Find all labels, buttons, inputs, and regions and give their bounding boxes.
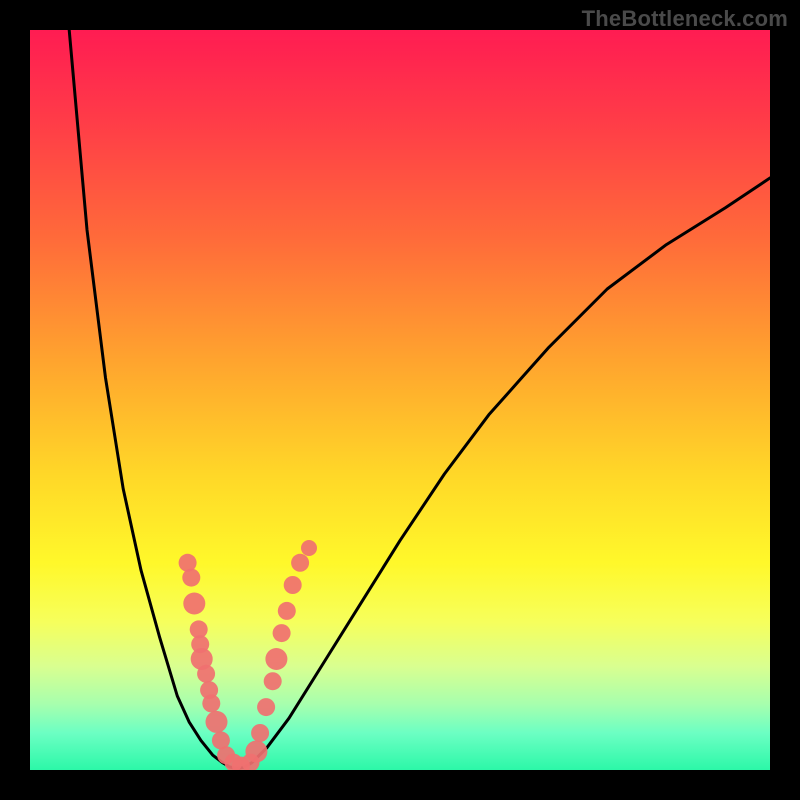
scatter-point xyxy=(182,569,200,587)
chart-frame: TheBottleneck.com xyxy=(0,0,800,800)
plot-area xyxy=(30,30,770,770)
bottleneck-curve xyxy=(69,30,770,769)
scatter-point xyxy=(257,698,275,716)
scatter-point xyxy=(183,593,205,615)
scatter-point xyxy=(284,576,302,594)
scatter-point xyxy=(278,602,296,620)
scatter-point xyxy=(245,741,267,763)
scatter-point xyxy=(301,540,317,556)
scatter-point xyxy=(273,624,291,642)
scatter-point xyxy=(206,711,228,733)
watermark-text: TheBottleneck.com xyxy=(582,6,788,32)
scatter-point xyxy=(265,648,287,670)
scatter-point xyxy=(197,665,215,683)
curve-svg xyxy=(30,30,770,770)
scatter-point xyxy=(251,724,269,742)
scatter-point xyxy=(202,694,220,712)
scatter-point xyxy=(264,672,282,690)
scatter-point xyxy=(291,554,309,572)
